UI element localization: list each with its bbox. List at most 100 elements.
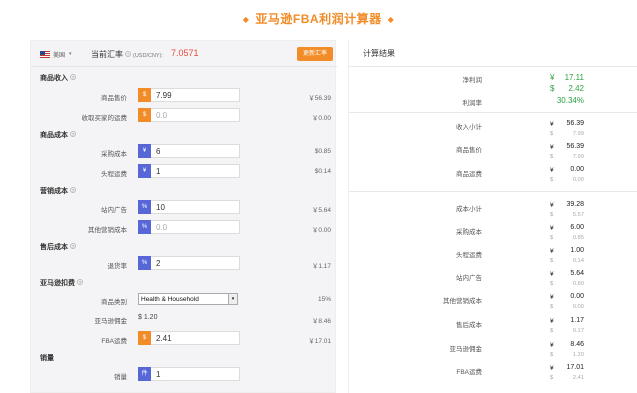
result-first-leg-usd: 0.14 bbox=[572, 258, 584, 264]
commission-rmb: ￥8.46 bbox=[311, 318, 331, 325]
net-profit-label: 净利润 bbox=[462, 77, 483, 84]
currency-usd: $ bbox=[550, 304, 554, 310]
result-other-marketing-usd: 0.00 bbox=[572, 304, 584, 310]
ads-rmb: ￥5.64 bbox=[311, 207, 331, 214]
exchange-rate-value: 7.0571 bbox=[171, 48, 199, 58]
country-select[interactable]: 美国 ▾ bbox=[40, 48, 82, 60]
help-icon[interactable]: ? bbox=[70, 131, 76, 137]
yuan-tag: ¥ bbox=[138, 163, 151, 178]
other-marketing-label: 其他营销成本 bbox=[88, 227, 127, 234]
return-rate-value: 2 bbox=[156, 258, 161, 268]
income-subtotal-cny: 56.39 bbox=[566, 120, 584, 127]
result-ads-label: 站内广告 bbox=[456, 275, 482, 282]
help-icon[interactable]: ? bbox=[77, 279, 83, 285]
help-icon[interactable]: ? bbox=[70, 243, 76, 249]
result-shipping-usd: 0.00 bbox=[572, 177, 584, 183]
commission-value: $ 1.20 bbox=[138, 314, 158, 321]
section-revenue: 商品收入? bbox=[40, 73, 76, 83]
result-purchase-label: 采购成本 bbox=[456, 229, 482, 236]
help-icon[interactable]: ? bbox=[125, 51, 131, 57]
currency-usd: $ bbox=[550, 235, 554, 241]
ads-input[interactable]: % 10 bbox=[138, 199, 240, 214]
result-purchase-usd: 0.85 bbox=[572, 235, 584, 241]
result-aftersales-usd: 0.17 bbox=[572, 328, 584, 334]
currency-usd: $ bbox=[550, 328, 554, 334]
category-label: 商品类别 bbox=[101, 299, 127, 306]
income-subtotal-usd: 7.99 bbox=[572, 131, 584, 137]
result-price-label: 商品售价 bbox=[456, 147, 482, 154]
category-pct: 15% bbox=[317, 296, 331, 303]
purchase-cost-usd: $0.85 bbox=[314, 148, 331, 155]
first-leg-usd: $0.14 bbox=[314, 168, 331, 175]
other-marketing-rmb: ￥0.00 bbox=[311, 227, 331, 234]
shipping-charge-input[interactable]: $ 0.0 bbox=[138, 107, 240, 122]
shipping-charge-label: 收取买家的运费 bbox=[81, 115, 128, 122]
chevron-down-icon: ▾ bbox=[228, 294, 237, 304]
first-leg-input[interactable]: ¥ 1 bbox=[138, 163, 240, 178]
result-ads-cny: 5.64 bbox=[570, 270, 584, 277]
price-label: 商品售价 bbox=[101, 95, 127, 102]
first-leg-label: 头程运费 bbox=[101, 171, 127, 178]
result-commission-cny: 8.46 bbox=[570, 341, 584, 348]
results-title: 计算结果 bbox=[363, 49, 395, 58]
result-other-marketing-label: 其他营销成本 bbox=[443, 298, 482, 305]
quantity-input[interactable]: 件 1 bbox=[138, 366, 240, 381]
section-cost-label: 商品成本 bbox=[40, 132, 68, 139]
other-marketing-input[interactable]: % 0.0 bbox=[138, 219, 240, 234]
return-rate-input[interactable]: % 2 bbox=[138, 255, 240, 270]
net-profit-usd: 2.42 bbox=[568, 84, 584, 93]
dollar-tag: $ bbox=[138, 87, 151, 102]
help-icon[interactable]: ? bbox=[70, 74, 76, 80]
margin-value: 30.34% bbox=[556, 96, 584, 105]
purchase-cost-label: 采购成本 bbox=[101, 151, 127, 158]
us-flag-icon bbox=[40, 50, 50, 58]
help-icon[interactable]: ? bbox=[70, 187, 76, 193]
rate-bar: 美国 ▾ 当前汇率? (USD/CNY): 7.0571 更新汇率 bbox=[31, 41, 337, 67]
diamond-right-icon: ◆ bbox=[387, 15, 395, 24]
section-sales: 销量 bbox=[40, 355, 54, 362]
section-aftersales: 售后成本? bbox=[40, 242, 76, 252]
currency-usd: $ bbox=[550, 281, 554, 287]
price-rmb: ￥56.39 bbox=[308, 95, 331, 102]
category-select[interactable]: Health & Household ▾ bbox=[138, 293, 238, 305]
currency-usd: $ bbox=[550, 352, 554, 358]
result-price-cny: 56.39 bbox=[566, 143, 584, 150]
fba-fee-input[interactable]: $ 2.41 bbox=[138, 330, 240, 345]
diamond-left-icon: ◆ bbox=[242, 15, 250, 24]
result-purchase-cny: 6.00 bbox=[570, 224, 584, 231]
currency-usd: $ bbox=[550, 154, 554, 160]
divider bbox=[349, 112, 637, 113]
percent-tag: % bbox=[138, 219, 151, 234]
section-marketing-label: 营销成本 bbox=[40, 188, 68, 195]
section-revenue-label: 商品收入 bbox=[40, 75, 68, 82]
currency-usd: $ bbox=[550, 177, 554, 183]
result-commission-label: 亚马逊佣金 bbox=[449, 346, 483, 353]
fba-fee-label: FBA运费 bbox=[101, 338, 127, 345]
first-leg-value: 1 bbox=[156, 166, 161, 176]
currency-usd: $ bbox=[550, 212, 554, 218]
results-panel: 计算结果 净利润 ¥ 17.11 $ 2.42 利润率 30.34% 收入小计 … bbox=[348, 40, 637, 393]
rate-label-text: 当前汇率 bbox=[91, 50, 123, 59]
currency-usd: $ bbox=[550, 375, 554, 381]
percent-tag: % bbox=[138, 199, 151, 214]
price-value: 7.99 bbox=[156, 90, 172, 100]
cost-subtotal-cny: 39.28 bbox=[566, 201, 584, 208]
section-marketing: 营销成本? bbox=[40, 186, 76, 196]
quantity-value: 1 bbox=[156, 369, 161, 379]
dollar-tag: $ bbox=[138, 330, 151, 345]
input-panel: 美国 ▾ 当前汇率? (USD/CNY): 7.0571 更新汇率 商品收入? 商… bbox=[30, 40, 337, 393]
rate-unit: (USD/CNY): bbox=[133, 53, 163, 59]
result-first-leg-cny: 1.00 bbox=[570, 247, 584, 254]
ads-value: 10 bbox=[156, 202, 165, 212]
result-shipping-cny: 0.00 bbox=[570, 166, 584, 173]
yuan-tag: ¥ bbox=[138, 143, 151, 158]
price-input[interactable]: $ 7.99 bbox=[138, 87, 240, 102]
exchange-rate-label: 当前汇率? (USD/CNY): bbox=[91, 49, 163, 60]
purchase-cost-input[interactable]: ¥ 6 bbox=[138, 143, 240, 158]
country-label: 美国 bbox=[53, 52, 66, 59]
result-other-marketing-cny: 0.00 bbox=[570, 293, 584, 300]
result-ads-usd: 0.80 bbox=[572, 281, 584, 287]
unit-tag: 件 bbox=[138, 366, 151, 381]
update-rate-button[interactable]: 更新汇率 bbox=[297, 47, 333, 61]
shipping-charge-placeholder: 0.0 bbox=[156, 110, 168, 120]
